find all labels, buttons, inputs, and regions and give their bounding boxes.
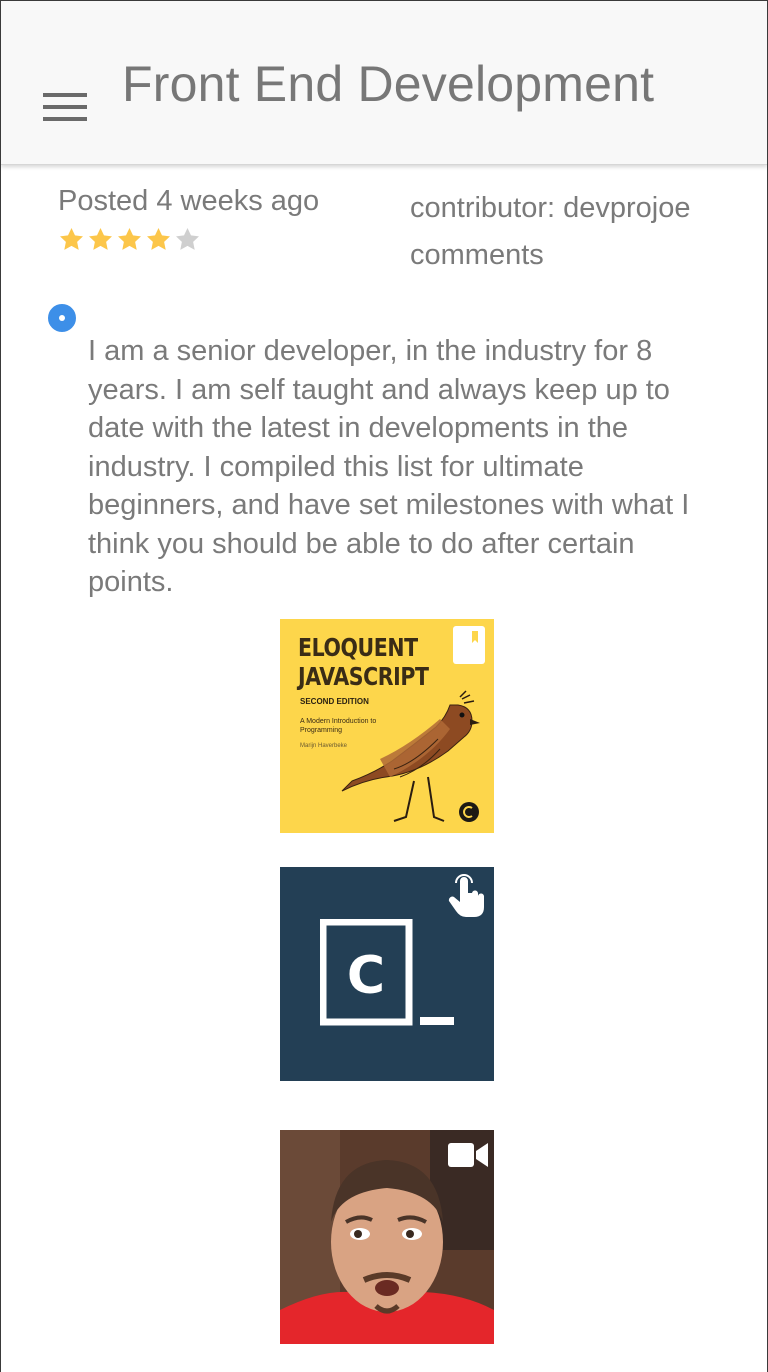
publisher-logo-icon [459,802,479,822]
video-camera-icon [448,1143,488,1167]
bookmark-icon [453,626,485,664]
star-rating [58,226,319,253]
book-cover-title: ELOQUENT JAVASCRIPT [298,633,429,691]
resource-video-card[interactable] [280,1130,494,1344]
svg-text:C: C [347,946,385,1006]
post-description: I am a senior developer, in the industry… [88,335,690,598]
contributor-link[interactable]: contributor: devprojoe [410,185,691,232]
posted-date: Posted 4 weeks ago [58,185,320,217]
select-radio[interactable] [48,304,76,332]
star-icon [147,228,170,250]
post-meta-right: contributor: devprojoe comments [410,185,691,279]
page: Front End Development Posted 4 weeks ago… [0,0,768,1372]
page-title: Front End Development [122,56,655,112]
star-icon [60,228,83,250]
hamburger-menu-icon[interactable] [43,93,89,123]
comments-link[interactable]: comments [410,232,691,279]
touch-icon [448,874,485,917]
post-meta-left: Posted 4 weeks ago [58,185,319,253]
app-bar: Front End Development [1,1,767,165]
star-icon [118,228,141,250]
codecademy-logo-icon: C [320,919,454,1026]
resource-course-card[interactable]: C [280,867,494,1081]
resource-book-card[interactable]: ELOQUENT JAVASCRIPT SECOND EDITION A Mod… [280,619,494,833]
star-empty-icon [176,228,199,250]
star-icon [89,228,112,250]
